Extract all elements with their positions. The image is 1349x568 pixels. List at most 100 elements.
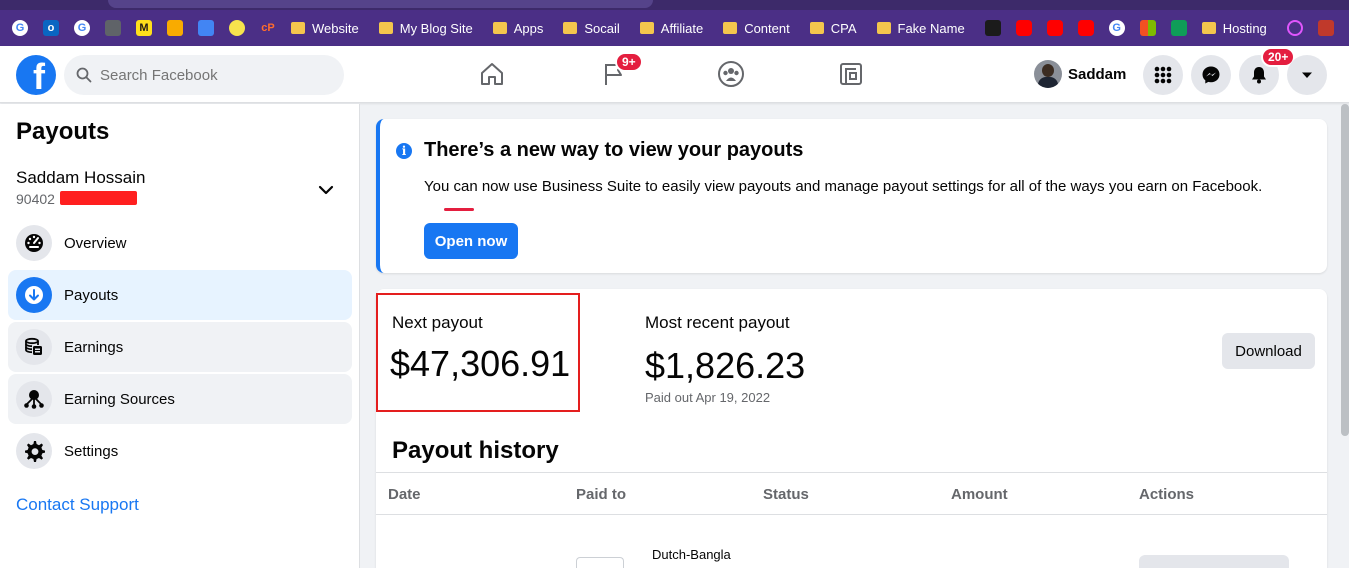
cpanel-bookmark-icon[interactable]: cP bbox=[260, 20, 276, 36]
facebook-logo-icon[interactable]: f bbox=[16, 55, 56, 95]
bookmark-folder-cpa[interactable]: CPA bbox=[809, 21, 857, 36]
paid-to-bank: Dutch-Bangla bbox=[652, 547, 731, 562]
redaction-mark bbox=[60, 191, 137, 205]
coins-stack-icon bbox=[16, 329, 52, 365]
recent-payout-date: Paid out Apr 19, 2022 bbox=[645, 390, 771, 405]
youtube-bookmark-icon[interactable] bbox=[1046, 20, 1063, 36]
bookmark-folder-hosting[interactable]: Hosting bbox=[1201, 21, 1267, 36]
pages-flag-nav-icon[interactable]: 9+ bbox=[595, 52, 643, 92]
download-arrow-icon bbox=[16, 277, 52, 313]
bookmarks-bar: G o G M cP Website My Blog Site Apps Soc… bbox=[0, 10, 1349, 46]
sidebar-item-earning-sources[interactable]: Earning Sources bbox=[8, 374, 352, 424]
messenger-icon bbox=[1202, 66, 1220, 84]
banner-text: You can now use Business Suite to easily… bbox=[424, 178, 1263, 195]
profile-name: Saddam bbox=[1068, 65, 1127, 83]
payout-summary-card: Next payout $47,306.91 Most recent payou… bbox=[376, 289, 1327, 568]
notifications-button[interactable]: 20+ bbox=[1239, 47, 1296, 95]
folder-icon bbox=[809, 22, 824, 34]
outlook-bookmark-icon[interactable]: o bbox=[43, 20, 59, 36]
view-details-button[interactable] bbox=[1139, 555, 1289, 568]
folder-icon bbox=[723, 22, 738, 34]
google-bookmark-icon[interactable]: G bbox=[74, 20, 90, 36]
youtube-bookmark-icon[interactable] bbox=[1015, 20, 1032, 36]
sidebar-item-payouts[interactable]: Payouts bbox=[8, 270, 352, 320]
dashboard-icon bbox=[16, 225, 52, 261]
bookmark-folder-affiliate[interactable]: Affiliate bbox=[639, 21, 703, 36]
game-bookmark-icon[interactable] bbox=[984, 20, 1001, 36]
column-date[interactable]: Date bbox=[388, 486, 421, 503]
bulb-bookmark-icon[interactable] bbox=[229, 20, 245, 36]
youtube-bookmark-icon[interactable] bbox=[1077, 20, 1094, 36]
translate-bookmark-icon[interactable] bbox=[198, 20, 214, 36]
groups-badge: 9+ bbox=[615, 52, 643, 72]
search-input[interactable] bbox=[100, 66, 320, 84]
payout-history-table-header: Date Paid to Status Amount Actions bbox=[376, 472, 1327, 515]
account-menu-button[interactable] bbox=[1287, 55, 1327, 95]
circle-bookmark-icon[interactable] bbox=[1286, 20, 1303, 36]
payouts-sidebar: Payouts Saddam Hossain 90402 Overview Pa… bbox=[0, 104, 360, 568]
pen-bookmark-icon[interactable] bbox=[1317, 20, 1334, 36]
folder-icon bbox=[291, 22, 305, 34]
recent-payout-value: $1,826.23 bbox=[645, 345, 806, 386]
bank-icon bbox=[576, 557, 624, 568]
hierarchy-icon bbox=[16, 381, 52, 417]
column-amount[interactable]: Amount bbox=[951, 486, 1008, 503]
bell-icon bbox=[1252, 67, 1266, 84]
folder-icon bbox=[563, 22, 578, 34]
column-actions: Actions bbox=[1139, 486, 1195, 503]
sidebar-item-earnings[interactable]: Earnings bbox=[8, 322, 352, 372]
account-id: 90402 bbox=[16, 191, 55, 207]
profile-chip[interactable]: Saddam bbox=[1028, 56, 1134, 92]
banner-title: There’s a new way to view your payouts bbox=[424, 139, 804, 161]
bookmark-folder-apps[interactable]: Apps bbox=[492, 21, 543, 36]
google-bookmark-icon[interactable]: G bbox=[1108, 20, 1125, 36]
drive-bookmark-icon[interactable] bbox=[1170, 20, 1187, 36]
business-suite-banner: i There’s a new way to view your payouts… bbox=[376, 119, 1327, 273]
info-icon: i bbox=[396, 143, 412, 159]
gear-icon bbox=[16, 433, 52, 469]
contact-support-link[interactable]: Contact Support bbox=[16, 495, 139, 515]
search-box[interactable] bbox=[64, 55, 344, 95]
gaming-nav-icon[interactable] bbox=[833, 56, 869, 92]
menu-grid-button[interactable] bbox=[1143, 55, 1183, 95]
search-icon bbox=[76, 67, 92, 83]
chevron-down-icon[interactable] bbox=[316, 180, 336, 200]
mailchimp-bookmark-icon[interactable]: M bbox=[136, 20, 152, 36]
microsoft-bookmark-icon[interactable] bbox=[1139, 20, 1156, 36]
folder-icon bbox=[639, 22, 654, 34]
recent-payout-label: Most recent payout bbox=[645, 313, 790, 332]
payout-history-title: Payout history bbox=[392, 437, 559, 464]
browser-address-bar[interactable] bbox=[108, 0, 653, 8]
folder-icon bbox=[1201, 22, 1216, 34]
open-now-button[interactable]: Open now bbox=[424, 223, 518, 259]
grid-menu-icon bbox=[1154, 66, 1172, 84]
facebook-header: f 9+ Saddam 20+ bbox=[0, 46, 1349, 103]
bookmark-folder-fake-name[interactable]: Fake Name bbox=[876, 21, 965, 36]
bookmark-folder-socail[interactable]: Socail bbox=[563, 21, 620, 36]
car-bookmark-icon[interactable] bbox=[105, 20, 121, 36]
caret-down-icon bbox=[1302, 72, 1312, 78]
folder-icon bbox=[492, 22, 507, 34]
download-button[interactable]: Download bbox=[1222, 333, 1315, 369]
sidebar-title: Payouts bbox=[16, 118, 110, 145]
sidebar-item-overview[interactable]: Overview bbox=[8, 218, 352, 268]
annotation-underline bbox=[444, 208, 474, 211]
groups-nav-icon[interactable] bbox=[713, 56, 749, 92]
account-name[interactable]: Saddam Hossain bbox=[16, 168, 145, 188]
column-status[interactable]: Status bbox=[763, 486, 809, 503]
next-payout-value: $47,306.91 bbox=[390, 343, 571, 384]
bookmark-folder-website[interactable]: Website bbox=[291, 21, 359, 36]
page-scrollbar[interactable] bbox=[1341, 104, 1349, 436]
google-bookmark-icon[interactable]: G bbox=[12, 20, 28, 36]
bookmark-folder-blog[interactable]: My Blog Site bbox=[378, 21, 473, 36]
next-payout-label: Next payout bbox=[392, 313, 483, 332]
sidebar-item-settings[interactable]: Settings bbox=[8, 426, 352, 476]
bookmark-folder-content[interactable]: Content bbox=[723, 21, 790, 36]
avatar bbox=[1034, 60, 1062, 88]
folder-icon bbox=[876, 22, 891, 34]
messenger-button[interactable] bbox=[1191, 55, 1231, 95]
folder-icon bbox=[378, 22, 393, 34]
home-nav-icon[interactable] bbox=[474, 56, 510, 92]
analytics-bookmark-icon[interactable] bbox=[167, 20, 183, 36]
column-paid-to[interactable]: Paid to bbox=[576, 486, 626, 503]
